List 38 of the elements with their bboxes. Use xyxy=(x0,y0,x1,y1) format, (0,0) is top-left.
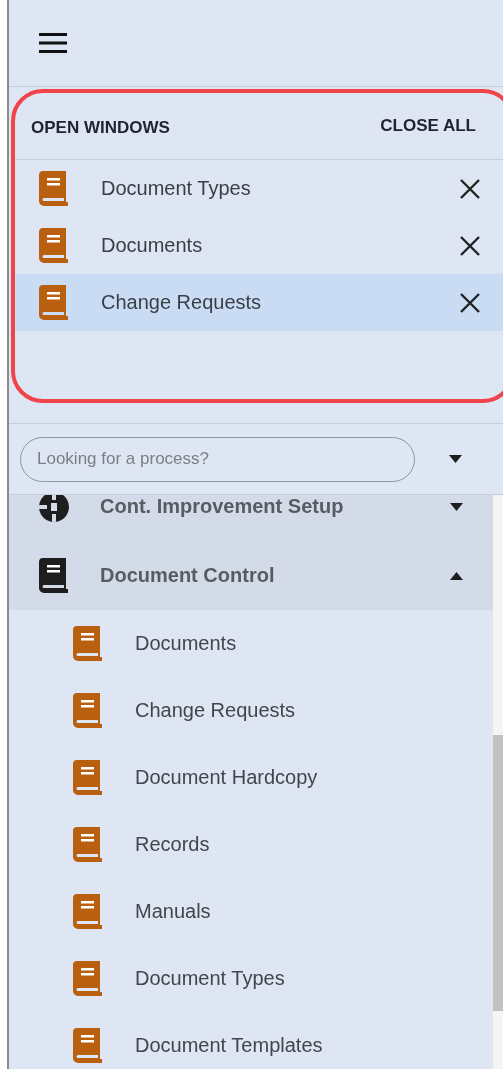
caret-down-icon[interactable] xyxy=(450,502,463,511)
scrollbar[interactable] xyxy=(493,495,503,1069)
caret-up-icon[interactable] xyxy=(450,571,463,580)
category-label: Document Control xyxy=(100,564,276,587)
menu-icon[interactable] xyxy=(39,33,67,53)
process-item[interactable]: Document Templates xyxy=(135,1034,323,1057)
book-icon xyxy=(39,228,69,263)
close-icon[interactable] xyxy=(460,292,480,313)
window-label: Document Types xyxy=(101,177,252,200)
close-icon[interactable] xyxy=(460,178,480,199)
process-item[interactable]: Documents xyxy=(135,632,237,655)
category-label: Cont. Improvement Setup xyxy=(100,495,345,518)
book-icon xyxy=(73,894,103,929)
window-label: Documents xyxy=(101,234,204,257)
book-icon xyxy=(73,760,103,795)
book-icon xyxy=(73,626,103,661)
category-row[interactable]: Cont. Improvement Setup xyxy=(9,495,493,541)
window-label: Change Requests xyxy=(101,291,263,314)
close-all-button[interactable]: CLOSE ALL xyxy=(380,116,476,136)
book-icon xyxy=(73,1028,103,1063)
process-item[interactable]: Records xyxy=(135,833,210,856)
close-icon[interactable] xyxy=(460,235,480,256)
search-field[interactable]: Looking for a process? xyxy=(20,436,415,482)
book-icon xyxy=(39,171,69,206)
process-item[interactable]: Document Hardcopy xyxy=(135,766,318,789)
book-icon xyxy=(73,827,103,862)
process-item[interactable]: Document Types xyxy=(135,967,285,990)
process-item[interactable]: Manuals xyxy=(135,900,211,923)
process-item[interactable]: Change Requests xyxy=(135,699,296,722)
book-icon xyxy=(39,285,69,320)
cycle-icon xyxy=(39,495,69,522)
book-icon xyxy=(73,693,103,728)
open-window-row[interactable]: Change Requests xyxy=(15,274,503,331)
category-row[interactable]: Document Control xyxy=(9,541,493,610)
caret-down-icon[interactable] xyxy=(449,455,462,463)
book-icon xyxy=(73,961,103,996)
section-title: OPEN WINDOWS xyxy=(31,117,170,138)
book-icon xyxy=(39,558,69,593)
